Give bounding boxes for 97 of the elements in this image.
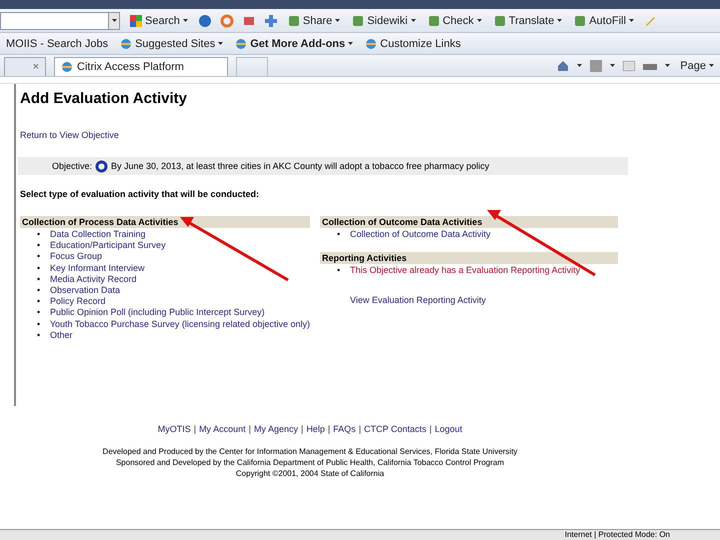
bullet: • — [37, 240, 42, 252]
footer-link[interactable]: FAQs — [333, 424, 356, 434]
page-title: Add Evaluation Activity — [20, 90, 188, 107]
activity-link[interactable]: Focus Group — [50, 251, 102, 263]
home-icon[interactable] — [557, 60, 570, 72]
credit-text: Developed and Produced by the Center for Information Management & Educational Services, Florida State University — [102, 446, 518, 457]
close-icon[interactable]: × — [32, 61, 39, 73]
footer-link[interactable]: MyOTIS — [158, 424, 191, 434]
favorites-link[interactable]: Get More Add-ons — [233, 38, 356, 50]
objective-text: By June 30, 2013, at least three cities in AKC County will adopt a tobacco free pharmacy policy — [111, 161, 490, 171]
info-badge-icon — [95, 160, 108, 172]
activity-link[interactable]: Key Informant Interview — [50, 262, 145, 274]
bullet: • — [37, 296, 42, 308]
activity-link[interactable]: Policy Record — [50, 296, 106, 308]
separator: | — [328, 424, 330, 434]
globe-page-icon — [120, 38, 132, 50]
plus-icon[interactable] — [264, 14, 278, 28]
browser-tab[interactable]: × — [4, 57, 46, 76]
credit-text: Copyright ©2001, 2004 State of California — [236, 468, 384, 479]
return-link[interactable]: Return to View Objective — [20, 130, 119, 140]
footer-link[interactable]: CTCP Contacts — [364, 424, 426, 434]
toolbar-item-icon — [574, 14, 586, 26]
activity-link[interactable]: Collection of Outcome Data Activity — [350, 229, 491, 240]
dropdown-caret-icon — [476, 18, 482, 22]
separator: | — [300, 424, 304, 434]
browser-tab[interactable]: Citrix Access Platform — [54, 57, 228, 76]
footer-link[interactable]: My Agency — [254, 424, 298, 434]
dropdown-caret-icon — [665, 64, 670, 68]
footer-link[interactable]: My Account — [199, 424, 246, 434]
toolbar-menu-button[interactable]: Sidewiki — [350, 14, 418, 26]
dropdown-caret-icon — [610, 64, 616, 68]
favorites-link[interactable]: MOIIS - Search Jobs — [4, 38, 110, 50]
search-button[interactable]: Search — [128, 14, 190, 26]
mail-icon[interactable] — [623, 60, 636, 70]
prompt-text: Select type of evaluation activity that will be conducted: — [20, 189, 260, 199]
dropdown-caret-icon — [709, 64, 714, 68]
dropdown-caret-icon — [348, 42, 354, 46]
bullet: • — [337, 265, 342, 276]
bullet: • — [37, 307, 42, 319]
dropdown-caret-icon — [218, 42, 224, 46]
dropdown-caret-icon — [557, 18, 562, 22]
globe-page-icon — [61, 61, 73, 73]
dropdown-caret-icon — [577, 64, 582, 68]
toolbar-menu-button[interactable]: Check — [426, 14, 484, 26]
pencil-icon[interactable] — [644, 14, 656, 26]
section-heading: Collection of Process Data Activities — [20, 216, 310, 228]
bullet: • — [37, 318, 42, 330]
dropdown-caret-icon — [335, 18, 340, 22]
activity-link[interactable]: Youth Tobacco Purchase Survey (licensing related objective only) — [50, 318, 310, 330]
tab-title: Citrix Access Platform — [77, 61, 184, 73]
globe-page-icon — [365, 38, 378, 50]
address-search-field[interactable] — [0, 12, 120, 30]
new-tab-button[interactable] — [236, 57, 268, 76]
activity-link[interactable]: Observation Data — [50, 285, 120, 296]
toolbar-item-icon — [494, 14, 506, 26]
dropdown-caret-icon — [628, 18, 634, 22]
activity-link[interactable]: Data Collection Training — [50, 229, 146, 240]
separator: | — [429, 424, 432, 434]
objective-label: Objective: — [52, 161, 92, 171]
bullet: • — [37, 274, 42, 286]
favorites-link[interactable]: Suggested Sites — [118, 38, 226, 50]
notice-text: This Objective already has a Evaluation Reporting Activity — [350, 265, 580, 276]
bullet: • — [37, 285, 42, 296]
footer-link[interactable]: Help — [306, 424, 325, 434]
activity-link[interactable]: Media Activity Record — [50, 274, 137, 286]
favorites-link[interactable]: Customize Links — [363, 38, 463, 50]
toolbar-menu-button[interactable]: Share — [286, 14, 342, 26]
search-logo-icon — [130, 14, 142, 26]
toolbar-menu-button[interactable]: AutoFill — [572, 14, 636, 26]
globe-page-icon — [235, 38, 248, 50]
view-reporting-link[interactable]: View Evaluation Reporting Activity — [350, 295, 486, 306]
globe-icon[interactable] — [198, 14, 212, 28]
dropdown-caret-icon — [182, 18, 188, 22]
swirl-icon[interactable] — [220, 14, 234, 28]
bullet: • — [37, 262, 42, 274]
bullet: • — [37, 330, 42, 342]
activity-link[interactable]: Education/Participant Survey — [50, 240, 166, 252]
footer-link[interactable]: Logout — [434, 424, 462, 434]
activity-link[interactable]: Public Opinion Poll (including Public Intercept Survey) — [50, 307, 265, 319]
activity-link[interactable]: Other — [50, 330, 73, 342]
bullet: • — [337, 229, 342, 240]
section-heading: Collection of Outcome Data Activities — [320, 216, 618, 228]
bullet: • — [37, 229, 42, 240]
section-heading: Reporting Activities — [320, 252, 618, 264]
toolbar-menu-button[interactable]: Translate — [492, 14, 564, 26]
toolbar-item-icon — [288, 14, 300, 26]
separator: | — [194, 424, 196, 434]
zone-text: Internet | Protected Mode: On — [564, 530, 670, 540]
toolbar-item-icon — [428, 14, 440, 26]
separator: | — [248, 424, 251, 434]
toolbar-item-icon — [352, 14, 364, 26]
dropdown-caret-icon — [112, 18, 116, 22]
credit-text: Sponsored and Developed by the California Department of Public Health, California Tobacco Control Program — [116, 457, 504, 468]
dropdown-caret-icon — [410, 18, 416, 22]
page-menu-button[interactable]: Page — [678, 60, 716, 72]
separator: | — [358, 424, 362, 434]
bullet: • — [37, 251, 42, 263]
